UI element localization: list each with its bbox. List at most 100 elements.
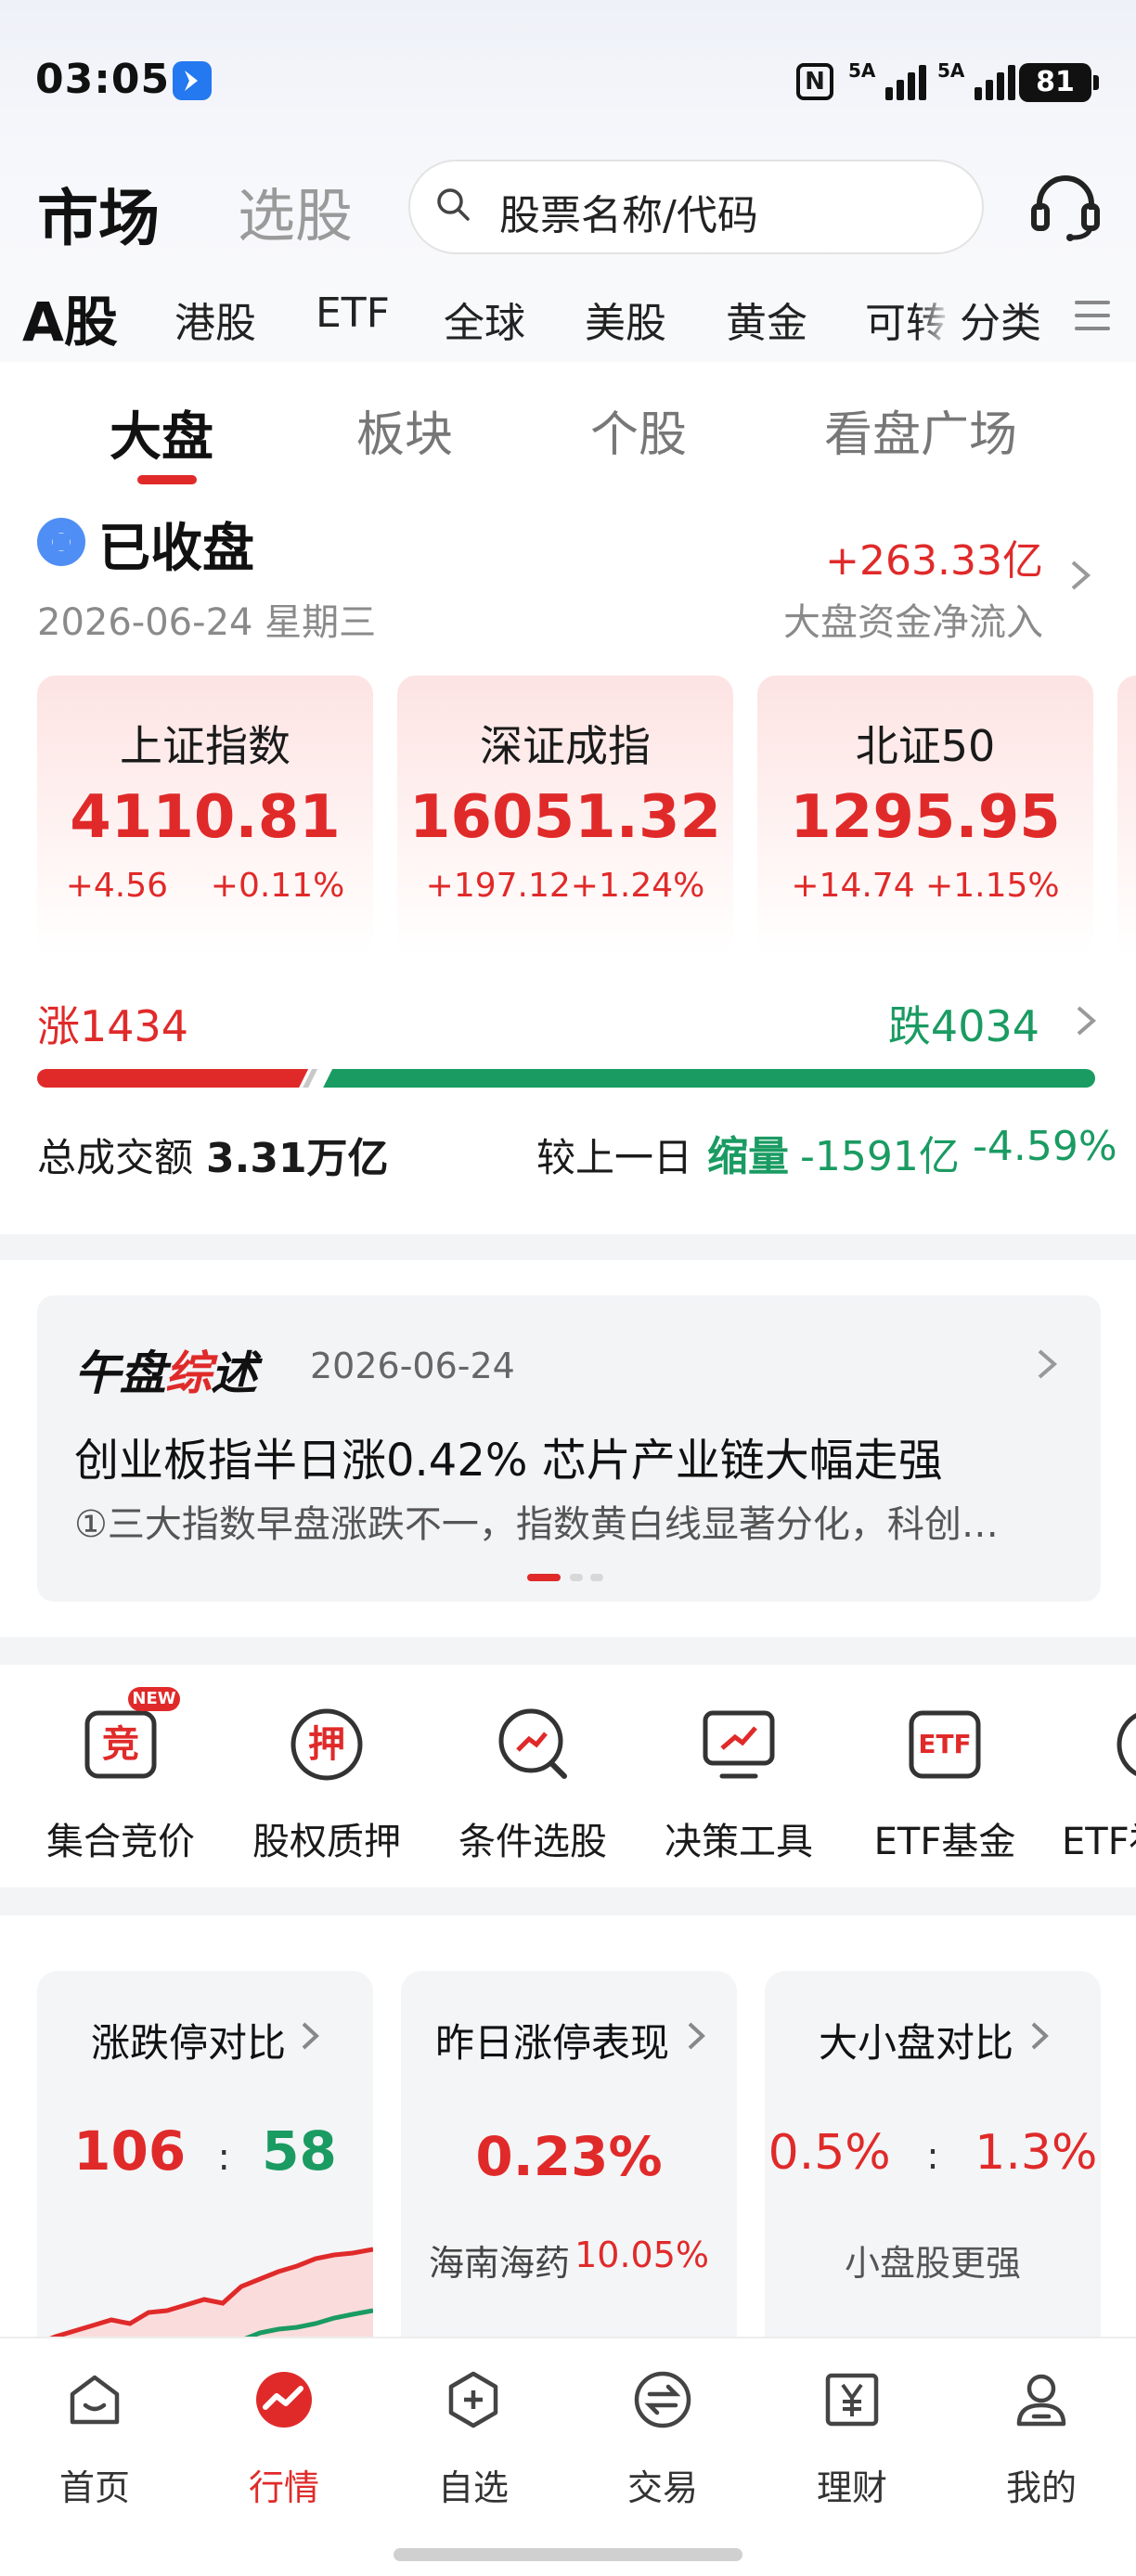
status-bar: 03:05 N 5A 5A 81 <box>0 0 1136 148</box>
news-logo-part-3: 述 <box>211 1346 257 1400</box>
market-tab-convertible[interactable]: 可转 <box>865 290 952 349</box>
volume-change-label: 缩量 <box>707 1133 789 1180</box>
tool-label: 股权质押 <box>252 1821 401 1863</box>
condition-search-icon <box>490 1702 575 1787</box>
call-auction-icon: 竞 NEW <box>78 1687 180 1787</box>
subtab-stocks[interactable]: 个股 <box>590 395 687 465</box>
nav-wealth[interactable]: 理财 <box>757 2370 947 2518</box>
limit-down-count: 58 <box>262 2119 337 2183</box>
index-card-next[interactable] <box>1117 676 1136 956</box>
tool-label: ETF福 <box>1062 1821 1136 1863</box>
ratio-separator: : <box>926 2135 939 2178</box>
chevron-right-icon[interactable] <box>1067 557 1093 594</box>
limit-ratio: 106 : 58 <box>37 2119 373 2183</box>
news-logo-part-2: 综 <box>165 1346 212 1400</box>
index-name: 北证50 <box>855 721 996 771</box>
app-notification-icon <box>173 61 212 100</box>
section-divider <box>0 1637 1136 1665</box>
market-tab-global[interactable]: 全球 <box>444 290 525 349</box>
carousel-indicator <box>527 1574 603 1583</box>
tool-decision[interactable]: 决策工具 <box>637 1702 841 1869</box>
turnover-label: 总成交额 <box>37 1135 194 1180</box>
nav-home[interactable]: 首页 <box>0 2370 189 2518</box>
status-time: 03:05 <box>35 56 171 103</box>
index-card-shenzhen[interactable]: 深证成指 16051.32 +197.12+1.24% <box>397 676 733 956</box>
tool-etf-fund[interactable]: ETF ETF基金 <box>843 1702 1047 1869</box>
nav-market[interactable]: 行情 <box>189 2370 379 2518</box>
nfc-icon: N <box>796 63 833 100</box>
gesture-home-bar[interactable] <box>394 2548 742 2561</box>
market-tab-gold[interactable]: 黄金 <box>726 290 807 349</box>
battery-icon: 81 <box>1019 63 1099 102</box>
index-name: 上证指数 <box>120 721 290 771</box>
index-value: 1295.95 <box>790 783 1061 852</box>
subtab-square[interactable]: 看盘广场 <box>824 395 1017 465</box>
limit-compare-card[interactable]: 涨跌停对比 106 : 58 <box>37 1971 373 2361</box>
volume-change-percent: -4.59% <box>973 1123 1117 1170</box>
tool-equity-pledge[interactable]: 押 股权质押 <box>225 1702 429 1869</box>
news-card[interactable]: 午盘综述 2026-06-24 创业板指半日涨0.42% 芯片产业链大幅走强 ①… <box>37 1295 1101 1602</box>
net-inflow-label[interactable]: 大盘资金净流入 <box>783 592 1043 646</box>
yesterday-limit-card[interactable]: 昨日涨停表现 0.23% 海南海药 10.05% <box>401 1971 737 2361</box>
nav-label: 理财 <box>816 2467 887 2508</box>
tool-call-auction[interactable]: 竞 NEW 集合竞价 <box>19 1687 223 1869</box>
search-input[interactable]: 股票名称/代码 <box>408 160 984 254</box>
net-inflow-value[interactable]: +263.33亿 <box>825 527 1043 586</box>
tool-condition-picker[interactable]: 条件选股 <box>431 1702 635 1869</box>
bottom-navigation: 首页 行情 自选 交易 理财 我的 <box>0 2337 1136 2576</box>
index-value: 4110.81 <box>70 783 341 852</box>
nav-label: 自选 <box>437 2467 509 2508</box>
news-date: 2026-06-24 <box>310 1346 515 1386</box>
nav-profile[interactable]: 我的 <box>947 2370 1136 2518</box>
cap-note: 小盘股更强 <box>844 2243 1021 2284</box>
market-status: 已收盘 <box>98 519 254 579</box>
market-tab-etf[interactable]: ETF <box>316 290 390 337</box>
signal-2-label: 5A <box>937 59 965 82</box>
vs-previous-label: 较上一日 <box>536 1135 693 1180</box>
chevron-right-icon[interactable] <box>1034 1346 1060 1383</box>
subtab-overview[interactable]: 大盘 <box>110 395 213 470</box>
menu-icon[interactable] <box>1075 301 1110 334</box>
signal-2-icon: 5A <box>937 59 1019 102</box>
rise-bar <box>37 1069 309 1088</box>
chevron-right-icon[interactable] <box>1073 1002 1099 1039</box>
market-tab-us[interactable]: 美股 <box>585 290 666 349</box>
section-divider <box>0 1234 1136 1262</box>
nav-watchlist[interactable]: 自选 <box>379 2370 568 2518</box>
subtab-sectors[interactable]: 板块 <box>356 395 453 465</box>
small-cap-change: 1.3% <box>975 2125 1098 2181</box>
top-stock-name: 海南海药 <box>429 2243 571 2284</box>
market-tab-a-share[interactable]: A股 <box>22 278 118 356</box>
volume-change-amount: -1591亿 <box>800 1133 960 1180</box>
fall-count[interactable]: 跌4034 <box>888 993 1039 1054</box>
chevron-right-icon <box>302 2022 319 2050</box>
market-tab-category[interactable]: 分类 <box>960 290 1041 349</box>
index-card-shanghai[interactable]: 上证指数 4110.81 +4.56 +0.11% <box>37 676 373 956</box>
market-trend-icon <box>256 2372 312 2428</box>
nav-label: 行情 <box>248 2467 319 2508</box>
tab-stock-picker[interactable]: 选股 <box>238 169 353 252</box>
etf-more-icon <box>1110 1702 1136 1787</box>
etf-fund-icon: ETF <box>902 1702 988 1787</box>
customer-service-icon[interactable] <box>1026 167 1104 245</box>
cap-ratio: 0.5% : 1.3% <box>765 2125 1101 2181</box>
news-section: 午盘综述 2026-06-24 创业板指半日涨0.42% 芯片产业链大幅走强 ①… <box>0 1260 1136 1637</box>
yuan-icon <box>825 2373 879 2427</box>
tool-etf-more[interactable]: ETF福 <box>1049 1702 1136 1869</box>
market-tabs: A股 港股 ETF 全球 美股 黄金 可转 分类 <box>0 278 1136 362</box>
index-change: +197.12+1.24% <box>425 867 705 905</box>
index-name: 深证成指 <box>480 721 651 771</box>
breadth-bar <box>37 1069 1095 1088</box>
tab-market[interactable]: 市场 <box>37 169 160 258</box>
nav-trade[interactable]: 交易 <box>568 2370 757 2518</box>
chevron-right-icon <box>688 2022 705 2050</box>
tool-label: 集合竞价 <box>46 1821 195 1863</box>
search-icon <box>437 188 470 221</box>
cap-compare-card[interactable]: 大小盘对比 0.5% : 1.3% 小盘股更强 <box>765 1971 1101 2361</box>
search-placeholder: 股票名称/代码 <box>499 192 758 239</box>
rise-count[interactable]: 涨1434 <box>37 993 188 1054</box>
news-logo-part-1: 午盘 <box>74 1346 166 1400</box>
market-tab-hk[interactable]: 港股 <box>174 290 256 349</box>
decision-tool-icon <box>696 1702 781 1787</box>
index-card-bse50[interactable]: 北证50 1295.95 +14.74 +1.15% <box>757 676 1093 956</box>
